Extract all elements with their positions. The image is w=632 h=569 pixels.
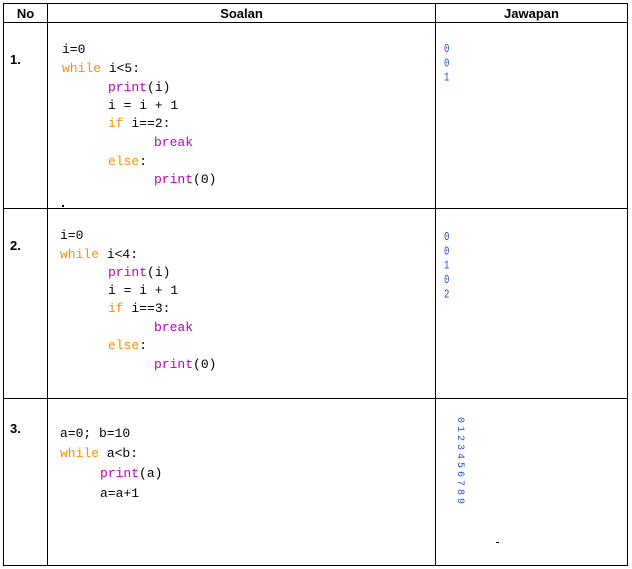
code-line: else: <box>108 337 147 355</box>
question-table: No Soalan Jawapan 1. i=0 while i<5: prin… <box>3 3 628 566</box>
code-line: i=0 <box>60 228 84 243</box>
answer-value: 0 0 1 0 2 <box>444 231 450 302</box>
answer-cell: 0123456789 <box>435 398 628 566</box>
question-row-3: 3. a=0; b=10 while a<b: print(a) a=a+1 0… <box>3 398 628 566</box>
keyword: while <box>62 61 102 76</box>
answer-value: 0 0 1 <box>444 43 450 85</box>
keyword: else <box>108 154 140 169</box>
code-text: : <box>139 338 148 353</box>
code-text: (a) <box>139 466 163 481</box>
code-line: break <box>154 320 194 335</box>
code-text: a<b: <box>99 446 139 461</box>
answer-cell: 0 0 1 <box>435 22 628 209</box>
question-code: i=0 while i<4: print(i) i = i + 1 if i==… <box>47 208 436 399</box>
function-name: print <box>154 172 194 187</box>
code-line: if i==3: <box>108 300 170 318</box>
margin-mark <box>627 400 628 420</box>
code-line: if i==2: <box>108 115 170 133</box>
code-line: while i<5: <box>62 60 140 78</box>
code-text: i==3: <box>123 301 171 316</box>
header-jawapan: Jawapan <box>435 3 628 23</box>
code-text: : <box>139 154 148 169</box>
function-name: print <box>100 466 140 481</box>
code-line: print(0) <box>154 171 216 189</box>
question-row-2: 2. i=0 while i<4: print(i) i = i + 1 if … <box>3 208 628 399</box>
code-text: i==2: <box>123 116 171 131</box>
code-line: print(i) <box>108 264 170 282</box>
stray-dot <box>496 542 499 543</box>
keyword: if <box>108 301 124 316</box>
function-name: print <box>108 265 148 280</box>
question-number: 3. <box>3 398 48 566</box>
question-number: 1. <box>3 22 48 209</box>
function-name: print <box>108 80 148 95</box>
code-text: (i) <box>147 265 171 280</box>
question-code: a=0; b=10 while a<b: print(a) a=a+1 <box>47 398 436 566</box>
header-soalan: Soalan <box>47 3 436 23</box>
code-line: break <box>154 135 194 150</box>
code-line: else: <box>108 153 147 171</box>
code-text: (0) <box>193 357 217 372</box>
code-text: i<4: <box>99 247 139 262</box>
question-code: i=0 while i<5: print(i) i = i + 1 if i==… <box>47 22 436 209</box>
code-line: while i<4: <box>60 246 138 264</box>
code-text: (i) <box>147 80 171 95</box>
keyword: if <box>108 116 124 131</box>
code-line: i=0 <box>62 42 86 57</box>
code-line: i = i + 1 <box>108 283 179 298</box>
code-line: print(i) <box>108 79 170 97</box>
code-line: a=a+1 <box>100 486 140 501</box>
code-line: print(0) <box>154 356 216 374</box>
header-row: No Soalan Jawapan <box>3 3 628 23</box>
code-line: while a<b: <box>60 445 138 463</box>
answer-cell: 0 0 1 0 2 <box>435 208 628 399</box>
function-name: print <box>154 357 194 372</box>
keyword: else <box>108 338 140 353</box>
answer-value: 0123456789 <box>454 417 465 508</box>
keyword: while <box>60 247 100 262</box>
question-number: 2. <box>3 208 48 399</box>
keyword: while <box>60 446 100 461</box>
header-no: No <box>3 3 48 23</box>
question-row-1: 1. i=0 while i<5: print(i) i = i + 1 if … <box>3 22 628 209</box>
code-line: print(a) <box>100 465 162 483</box>
stray-dot <box>62 205 64 207</box>
code-line: i = i + 1 <box>108 98 179 113</box>
code-line: a=0; b=10 <box>60 426 131 441</box>
code-text: i<5: <box>101 61 141 76</box>
code-text: (0) <box>193 172 217 187</box>
